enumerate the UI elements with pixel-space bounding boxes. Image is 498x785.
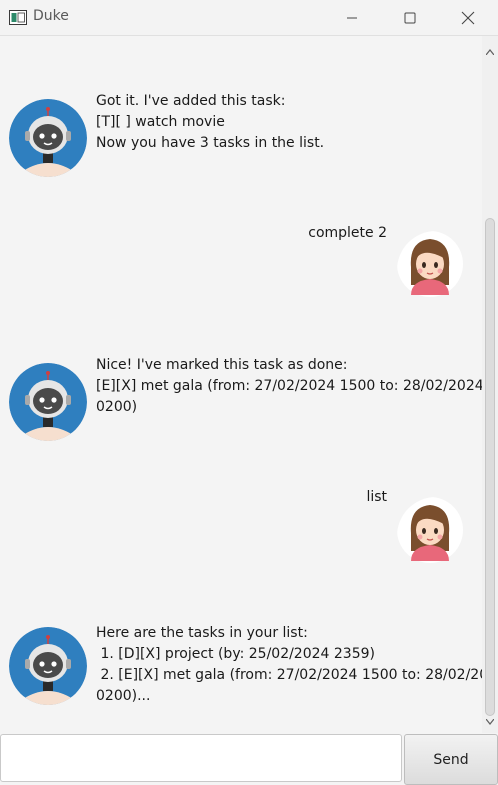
maximize-icon — [404, 12, 416, 23]
duke-avatar — [9, 363, 87, 441]
duke-message: Got it. I've added this task: [T][ ] wat… — [96, 91, 324, 154]
user-avatar — [397, 231, 475, 309]
message-line: 0200) — [96, 399, 138, 415]
user-avatar — [397, 497, 475, 575]
duke-message: Nice! I've marked this task as done: [E]… — [96, 355, 482, 418]
message-line: Now you have 3 tasks in the list. — [96, 135, 325, 151]
close-icon — [461, 11, 475, 24]
dialog-container[interactable]: Got it. I've added this task: [T][ ] wat… — [0, 36, 482, 733]
message-line: complete 2 — [308, 225, 387, 241]
user-input-field[interactable] — [0, 734, 402, 782]
message-line: [E][X] met gala (from: 27/02/2024 1500 t… — [96, 378, 482, 394]
close-button[interactable] — [445, 0, 491, 35]
user-message: list — [220, 487, 387, 508]
send-button[interactable]: Send — [404, 734, 498, 785]
message-line: 0200)... — [96, 688, 151, 704]
input-bar: Send — [0, 733, 498, 785]
duke-avatar — [9, 99, 87, 177]
message-line: [T][ ] watch movie — [96, 114, 225, 130]
scroll-up-arrow-icon[interactable] — [485, 40, 495, 59]
message-line: 1. [D][X] project (by: 25/02/2024 2359) — [96, 646, 375, 662]
message-line: Nice! I've marked this task as done: — [96, 357, 348, 373]
minimize-button[interactable] — [329, 0, 375, 35]
minimize-icon — [347, 17, 357, 18]
vertical-scrollbar[interactable] — [482, 36, 498, 733]
message-line: 2. [E][X] met gala (from: 27/02/2024 150… — [96, 667, 482, 683]
window-title: Duke — [33, 8, 69, 24]
message-line: Here are the tasks in your list: — [96, 625, 308, 641]
user-message: complete 2 — [220, 223, 387, 244]
message-line: Got it. I've added this task: — [96, 93, 286, 109]
maximize-button[interactable] — [387, 0, 433, 35]
scrollbar-thumb[interactable] — [485, 218, 495, 716]
window-icon — [9, 10, 27, 29]
scroll-down-arrow-icon[interactable] — [485, 710, 495, 729]
message-line: list — [366, 489, 387, 505]
title-bar: Duke — [0, 0, 498, 36]
duke-message: Here are the tasks in your list: 1. [D][… — [96, 623, 482, 707]
duke-avatar — [9, 627, 87, 705]
